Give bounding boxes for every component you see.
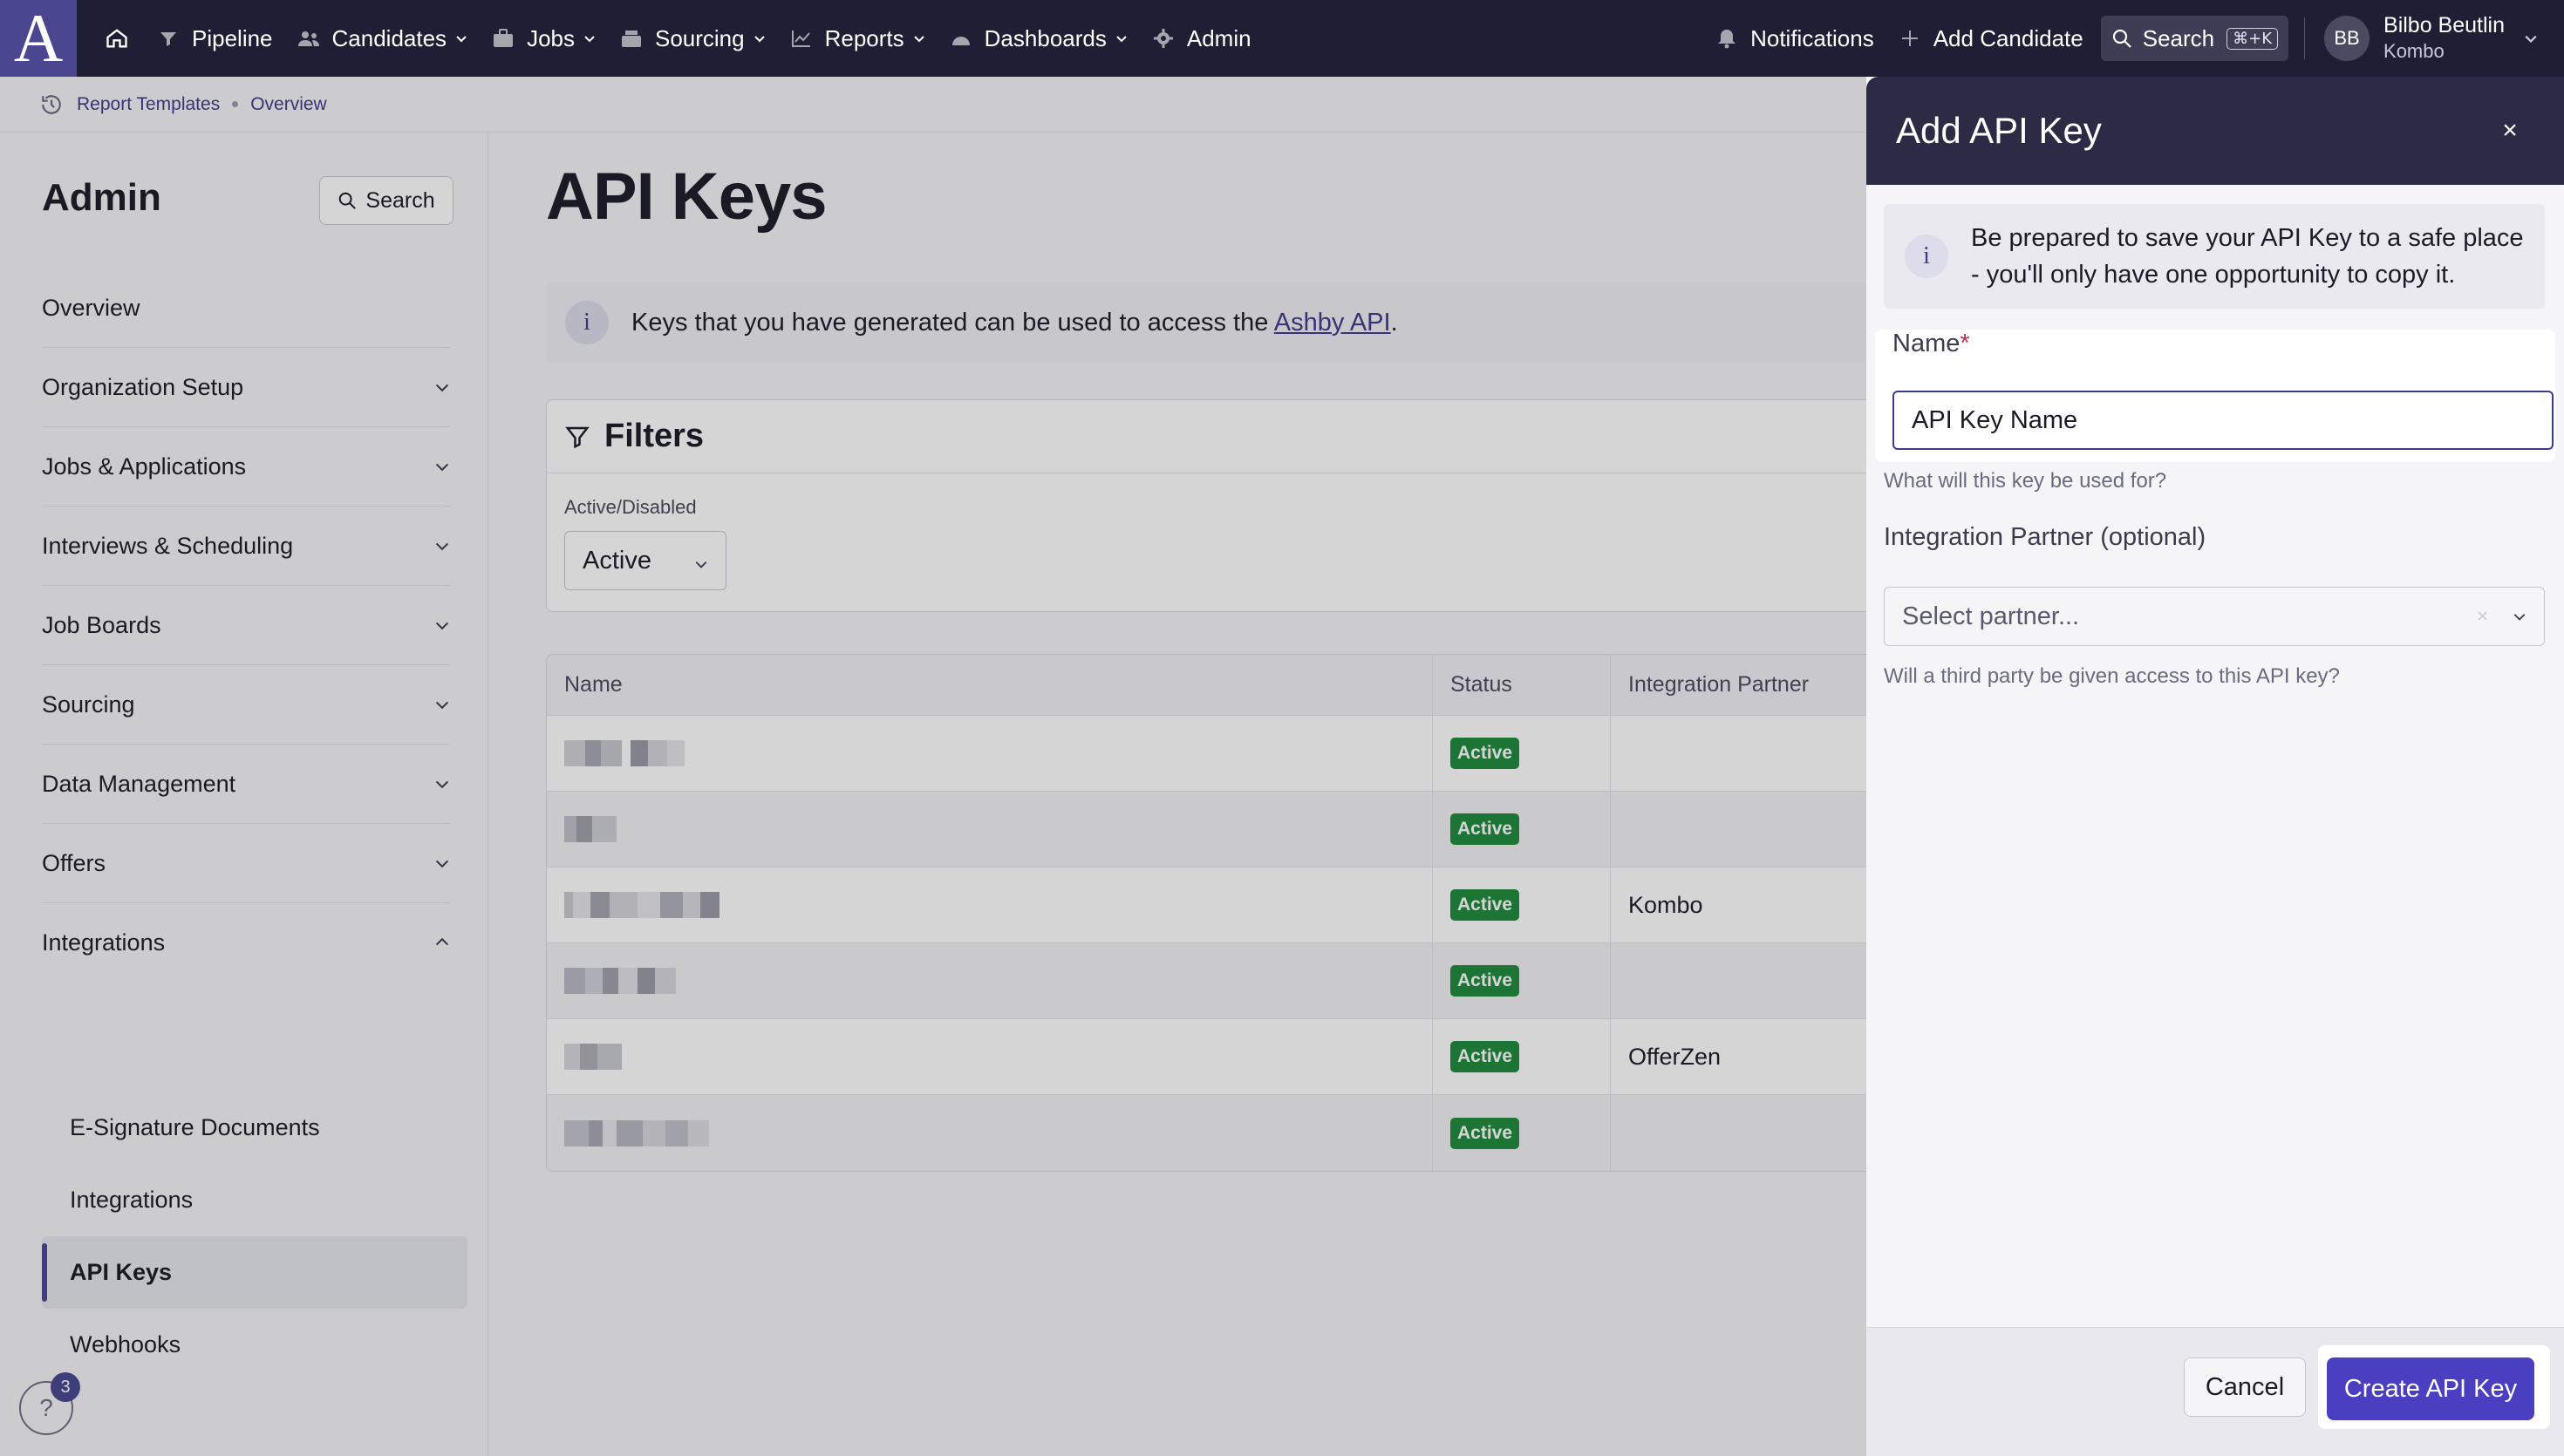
nav-reports-label: Reports <box>824 24 904 51</box>
bell-icon <box>1715 27 1738 50</box>
top-navigation: A Pipeline Candidates Jobs Sourcing Repo… <box>0 0 2564 77</box>
inbox-icon <box>620 27 643 50</box>
home-icon[interactable] <box>89 0 145 77</box>
filter-icon <box>157 27 180 50</box>
add-api-key-drawer: Add API Key × i Be prepared to save your… <box>1866 77 2564 1456</box>
avatar[interactable]: BB <box>2324 16 2370 61</box>
name-field-group: Name* API Key Name <box>1875 330 2555 462</box>
integration-partner-placeholder: Select partner... <box>1902 602 2080 630</box>
nav-admin-label: Admin <box>1186 24 1251 51</box>
search-icon <box>2111 28 2132 49</box>
user-name: Bilbo Beutlin <box>2383 13 2505 37</box>
chart-icon <box>790 27 813 50</box>
nav-candidates-label: Candidates <box>331 24 447 51</box>
save-key-warning-banner: i Be prepared to save your API Key to a … <box>1884 204 2545 309</box>
nav-jobs[interactable]: Jobs <box>480 0 608 77</box>
nav-reports[interactable]: Reports <box>778 0 938 77</box>
nav-dashboards-label: Dashboards <box>984 24 1107 51</box>
create-api-key-button[interactable]: Create API Key <box>2327 1357 2534 1420</box>
chevron-down-icon <box>583 32 596 44</box>
gauge-icon <box>950 27 972 50</box>
api-key-name-input[interactable]: API Key Name <box>1892 391 2554 450</box>
integration-partner-hint: Will a third party be given access to th… <box>1884 664 2340 688</box>
chevron-down-icon <box>2513 609 2526 623</box>
nav-admin[interactable]: Admin <box>1140 0 1264 77</box>
name-label-text: Name <box>1892 330 1961 357</box>
nav-pipeline[interactable]: Pipeline <box>145 0 285 77</box>
create-button-highlight: Create API Key <box>2318 1345 2550 1429</box>
nav-jobs-label: Jobs <box>527 24 575 51</box>
gear-icon <box>1152 27 1175 50</box>
add-candidate-label: Add Candidate <box>1933 24 2083 51</box>
drawer-title: Add API Key <box>1896 110 2102 151</box>
notifications-button[interactable]: Notifications <box>1703 0 1886 77</box>
chevron-down-icon <box>754 32 766 44</box>
nav-divider <box>2304 17 2306 59</box>
drawer-body: i Be prepared to save your API Key to a … <box>1866 185 2564 1327</box>
name-label: Name* <box>1892 330 1970 358</box>
integration-partner-select[interactable]: Select partner... × <box>1884 587 2545 646</box>
name-hint: What will this key be used for? <box>1884 469 2167 493</box>
global-search-label: Search <box>2142 24 2215 51</box>
chevron-down-icon <box>913 32 925 44</box>
nav-candidates[interactable]: Candidates <box>285 0 481 77</box>
close-icon[interactable]: × <box>2494 115 2526 146</box>
api-key-name-value: API Key Name <box>1912 405 2078 434</box>
clear-icon[interactable]: × <box>2477 605 2488 628</box>
chevron-down-icon[interactable] <box>2524 31 2538 45</box>
user-menu[interactable]: Bilbo Beutlin Kombo <box>2383 12 2505 65</box>
modal-overlay[interactable] <box>0 77 1866 1456</box>
integration-partner-label: Integration Partner (optional) <box>1884 523 2206 551</box>
plus-icon <box>1899 27 1921 50</box>
info-icon: i <box>1905 235 1948 278</box>
nav-sourcing[interactable]: Sourcing <box>608 0 778 77</box>
ashby-logo[interactable]: A <box>0 0 77 77</box>
drawer-header: Add API Key × <box>1866 77 2564 185</box>
chevron-down-icon <box>1115 32 1128 44</box>
notifications-label: Notifications <box>1750 24 1874 51</box>
global-search-button[interactable]: Search ⌘+K <box>2100 16 2289 61</box>
search-shortcut: ⌘+K <box>2226 27 2279 50</box>
chevron-down-icon <box>455 32 467 44</box>
add-candidate-button[interactable]: Add Candidate <box>1886 0 2096 77</box>
people-icon <box>297 27 320 50</box>
save-key-warning-text: Be prepared to save your API Key to a sa… <box>1971 224 2524 289</box>
briefcase-icon <box>492 27 515 50</box>
required-marker: * <box>1960 330 1970 357</box>
drawer-footer: Cancel Create API Key <box>1866 1327 2564 1456</box>
nav-pipeline-label: Pipeline <box>192 24 273 51</box>
cancel-button[interactable]: Cancel <box>2184 1357 2306 1417</box>
nav-dashboards[interactable]: Dashboards <box>938 0 1140 77</box>
nav-sourcing-label: Sourcing <box>654 24 745 51</box>
user-org: Kombo <box>2383 40 2445 62</box>
